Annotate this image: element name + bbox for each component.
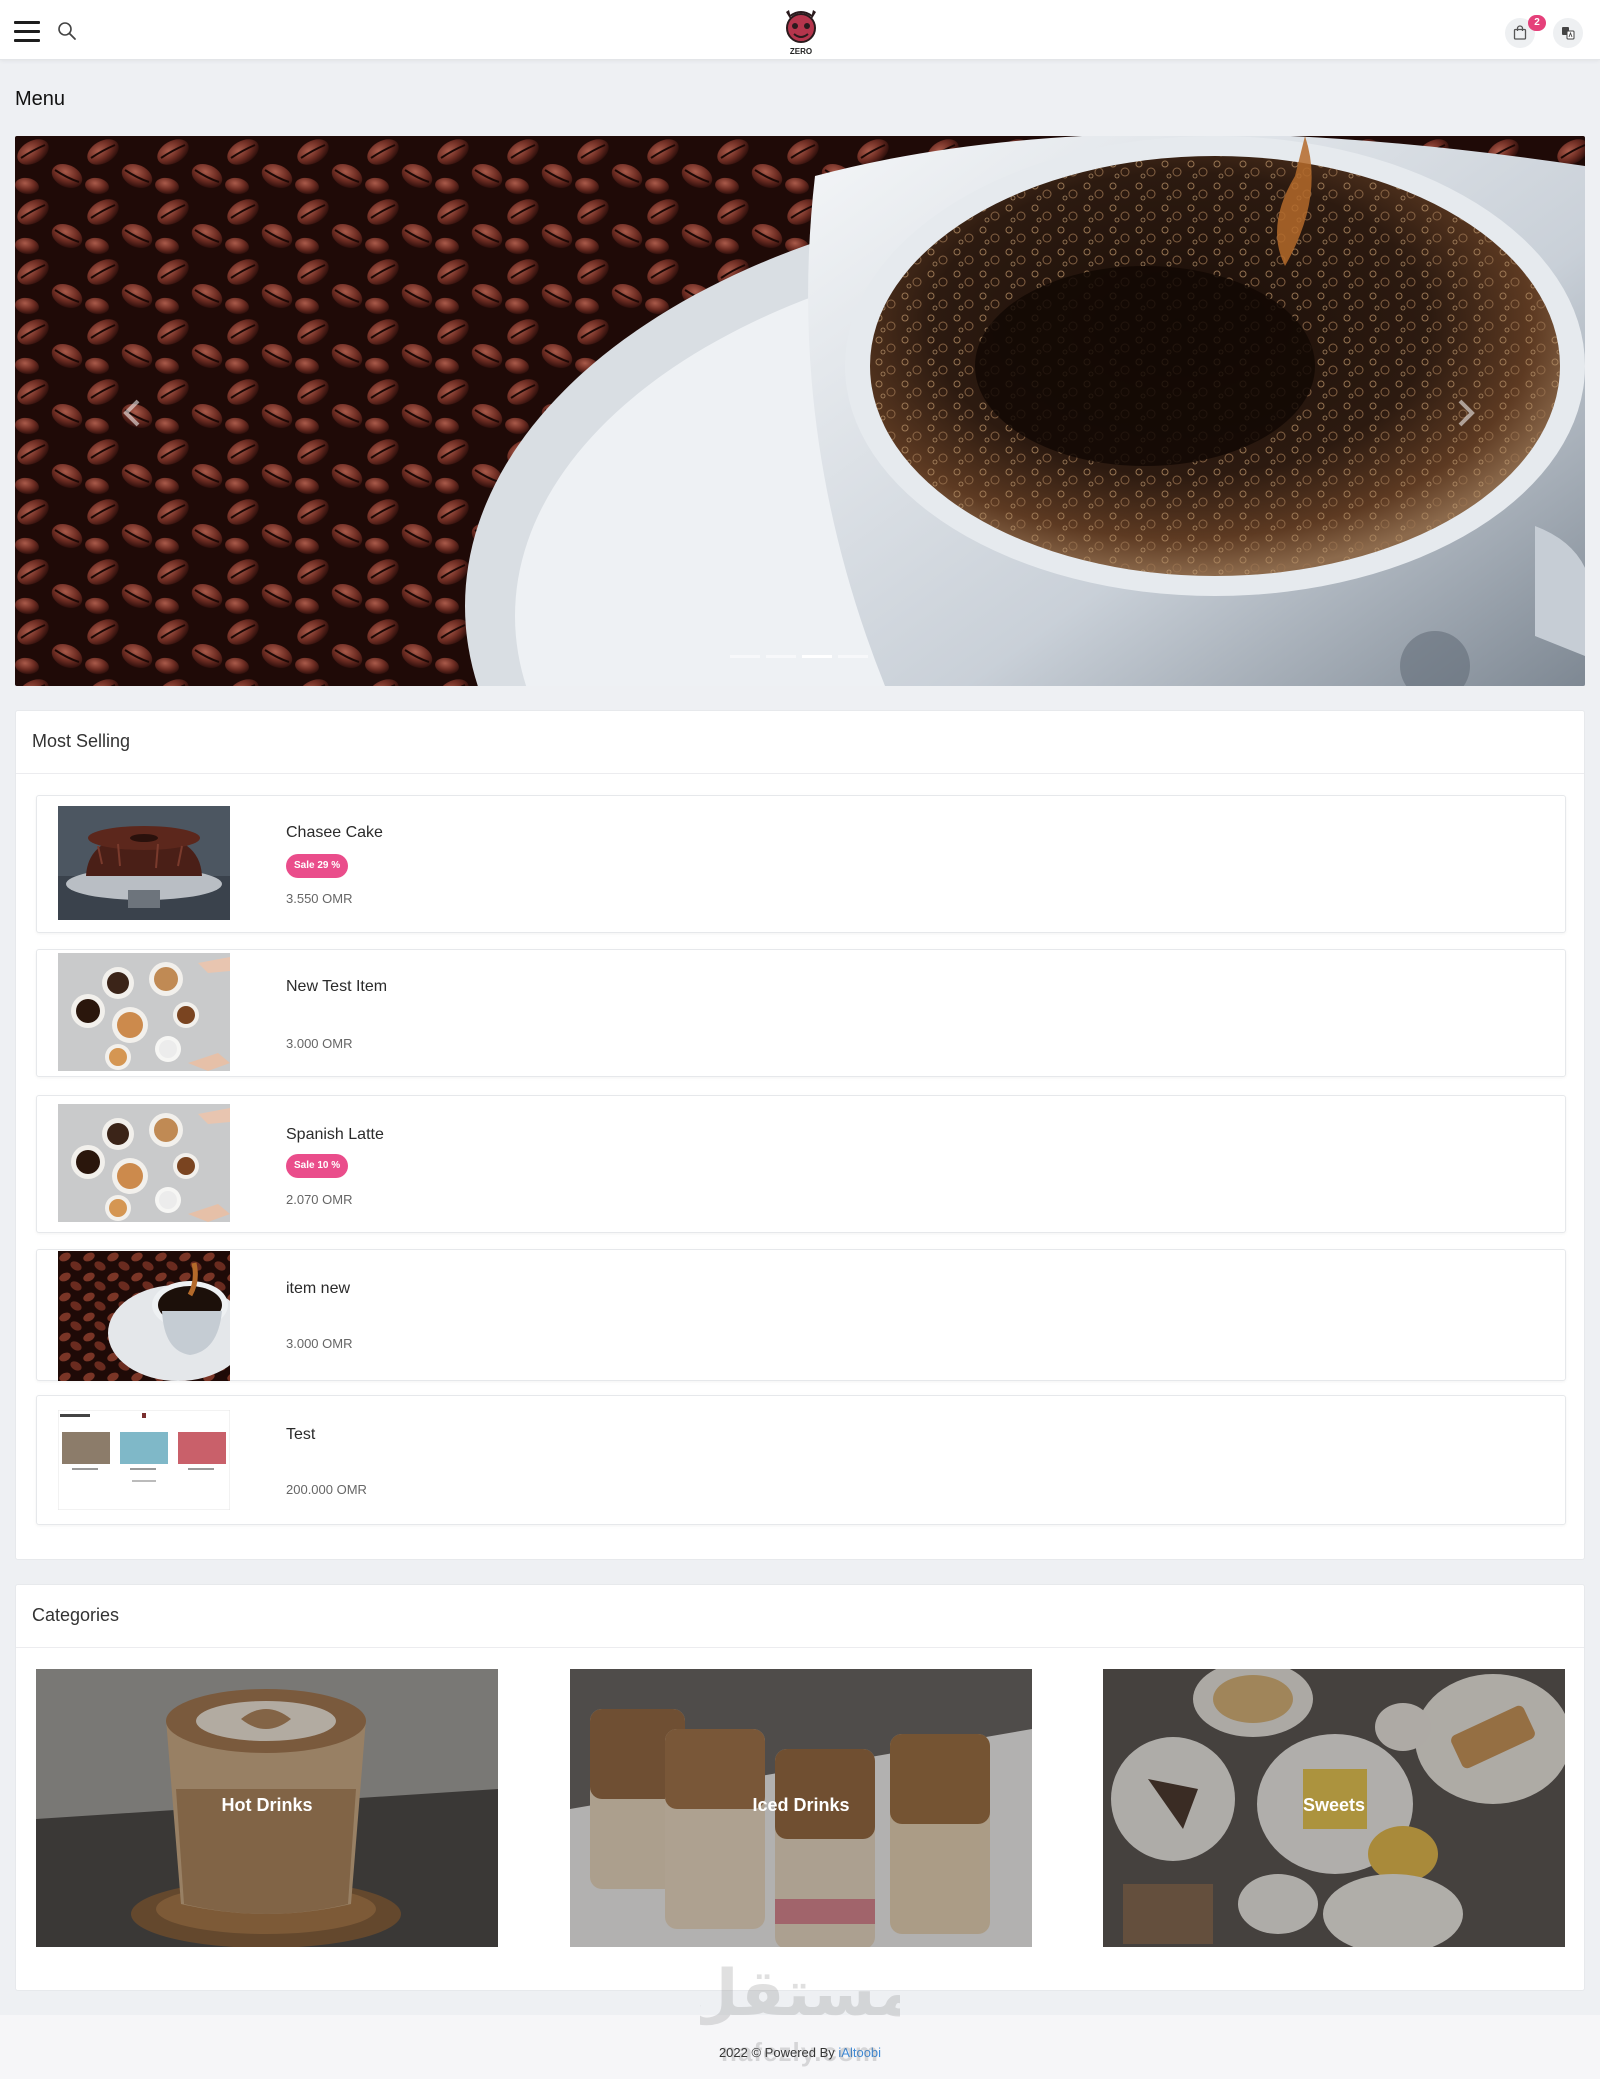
hero-banner-coffee-cup xyxy=(15,136,1585,686)
sale-badge: Sale 29 % xyxy=(286,854,349,878)
category-label: Iced Drinks xyxy=(752,1795,850,1815)
category-card-sweets[interactable]: Sweets xyxy=(1103,1669,1565,1947)
language-switch-button[interactable] xyxy=(1553,18,1583,48)
product-price: 3.000 OMR xyxy=(286,1036,353,1051)
translate-icon xyxy=(1562,27,1575,40)
footer-credit: 2022 © Powered By iAltoobi xyxy=(0,2045,1600,2060)
product-name: New Test Item xyxy=(286,978,388,995)
section-title-most-selling: Most Selling xyxy=(32,731,131,751)
product-item[interactable]: Spanish Latte Sale 10 % 2.070 OMR xyxy=(36,1095,1566,1233)
product-price: 3.000 OMR xyxy=(286,1336,353,1351)
cart-count-badge: 2 xyxy=(1528,15,1546,31)
carousel-indicators xyxy=(730,655,868,659)
category-label: Hot Drinks xyxy=(221,1795,313,1815)
most-selling-panel: Most Selling Chasee Cake Sale 29 % 3.550… xyxy=(15,710,1585,1560)
product-thumbnail-cake xyxy=(58,806,230,920)
product-thumbnail-screenshot xyxy=(58,1410,230,1510)
category-label: Sweets xyxy=(1302,1795,1366,1815)
product-price: 2.070 OMR xyxy=(286,1192,353,1207)
product-name: Chasee Cake xyxy=(286,824,383,841)
product-thumbnail-coffee-cups xyxy=(58,953,230,1071)
product-item[interactable]: Chasee Cake Sale 29 % 3.550 OMR xyxy=(36,795,1566,933)
brand-logo[interactable]: ZERO xyxy=(778,6,824,56)
product-item[interactable]: item new 3.000 OMR xyxy=(36,1249,1566,1381)
divider xyxy=(16,1647,1584,1648)
product-thumbnail-coffee-beans xyxy=(58,1251,230,1381)
footer-copyright: 2022 © Powered By xyxy=(718,2045,835,2060)
carousel-dot-active[interactable] xyxy=(802,655,832,658)
shopping-bag-icon xyxy=(1513,25,1527,40)
product-item[interactable]: Test 200.000 OMR xyxy=(36,1395,1566,1525)
section-title-categories: Categories xyxy=(32,1605,120,1625)
product-thumbnail-coffee-cups xyxy=(58,1104,230,1222)
category-card-hot-drinks[interactable]: Hot Drinks xyxy=(36,1669,498,1947)
product-item[interactable]: New Test Item 3.000 OMR xyxy=(36,949,1566,1077)
categories-panel: Categories Hot Drinks Iced Drinks Sweets xyxy=(15,1584,1585,1991)
sale-badge: Sale 10 % xyxy=(286,1154,349,1178)
carousel-prev-arrow-icon[interactable] xyxy=(118,395,148,431)
product-name: item new xyxy=(286,1280,351,1297)
product-name: Spanish Latte xyxy=(286,1126,384,1143)
page-title: Menu xyxy=(15,88,66,110)
svg-text:ZERO: ZERO xyxy=(790,47,812,56)
carousel-next-arrow-icon[interactable] xyxy=(1450,395,1480,431)
top-navbar: ZERO 2 xyxy=(0,0,1600,60)
product-price: 3.550 OMR xyxy=(286,891,353,906)
divider xyxy=(16,773,1584,774)
footer-powered-by-link[interactable]: iAltoobi xyxy=(838,2045,881,2060)
product-name: Test xyxy=(286,1426,316,1443)
carousel-dot[interactable] xyxy=(730,655,760,658)
product-price: 200.000 OMR xyxy=(286,1482,367,1497)
page-footer: 2022 © Powered By iAltoobi xyxy=(0,2015,1600,2079)
carousel-dot[interactable] xyxy=(766,655,796,658)
carousel-dot[interactable] xyxy=(838,655,868,658)
category-card-iced-drinks[interactable]: Iced Drinks xyxy=(570,1669,1032,1947)
search-icon[interactable] xyxy=(56,20,78,42)
hamburger-menu-icon[interactable] xyxy=(14,20,40,42)
